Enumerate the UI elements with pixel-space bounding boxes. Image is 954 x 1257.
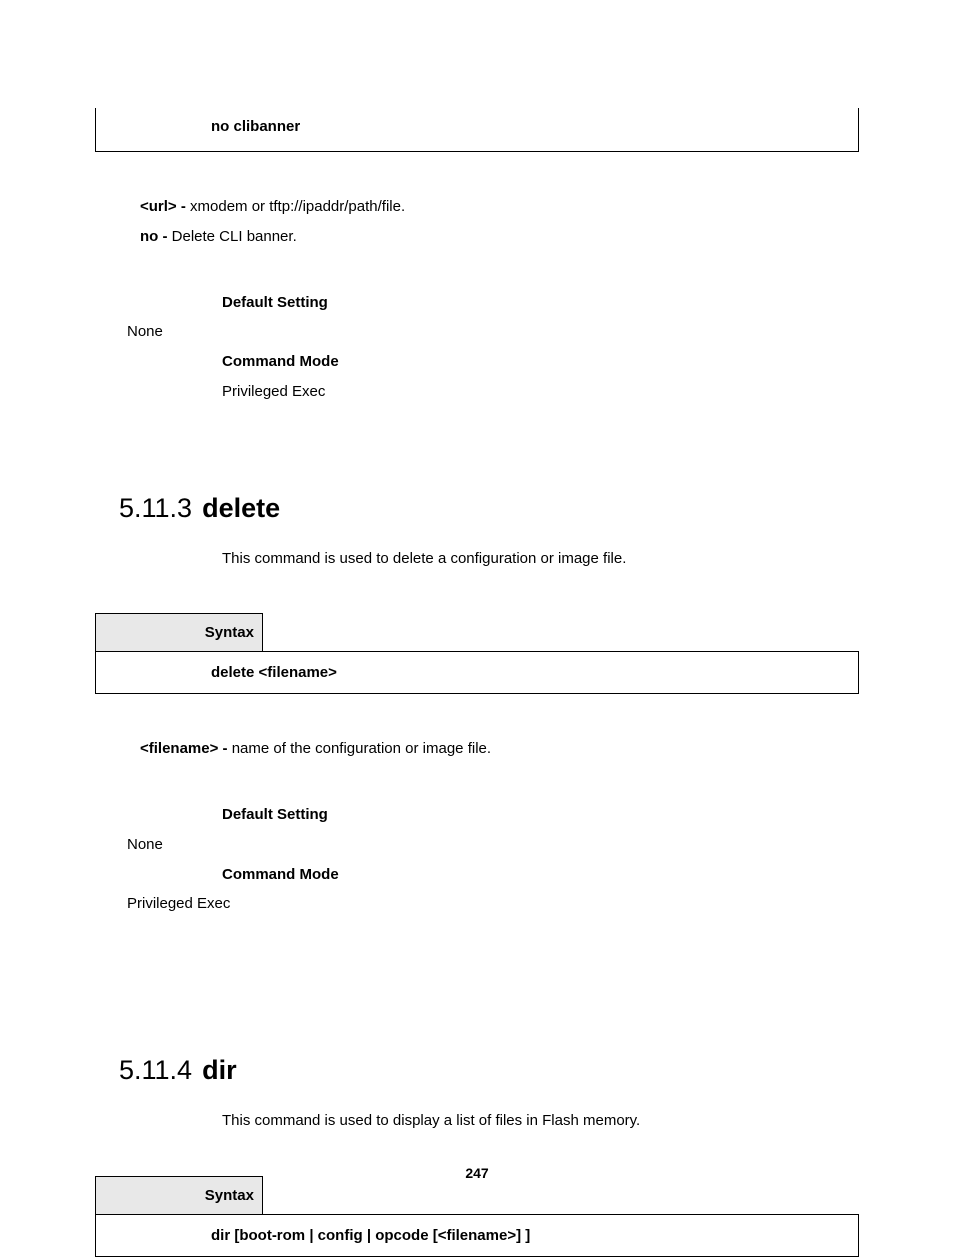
section-title-dir: dir bbox=[202, 1055, 237, 1086]
param-filename-desc: name of the configuration or image file. bbox=[232, 740, 491, 757]
section-number-dir: 5.11.4 bbox=[119, 1055, 192, 1086]
syntax-box-continuation: no clibanner bbox=[95, 108, 859, 152]
command-mode-label-2: Command Mode bbox=[222, 864, 859, 886]
param-no-label: no - bbox=[140, 228, 172, 245]
syntax-body-cell-dir: dir [boot-rom | config | opcode [<filena… bbox=[96, 1214, 859, 1256]
default-setting-label-2: Default Setting bbox=[222, 804, 859, 826]
syntax-empty-cell-dir bbox=[263, 1176, 859, 1214]
syntax-body-cell: delete <filename> bbox=[96, 652, 859, 694]
param-url-label: <url> - bbox=[140, 198, 190, 215]
syntax-header-cell: Syntax bbox=[96, 614, 263, 652]
section-title: delete bbox=[202, 493, 280, 524]
section-number: 5.11.3 bbox=[119, 493, 192, 524]
default-setting-label: Default Setting bbox=[222, 292, 859, 314]
param-url-line: <url> - xmodem or tftp://ipaddr/path/fil… bbox=[140, 196, 859, 218]
param-filename-line: <filename> - name of the configuration o… bbox=[140, 738, 859, 760]
syntax-table-dir: Syntax dir [boot-rom | config | opcode [… bbox=[95, 1176, 859, 1257]
section-heading-delete: 5.11.3 delete bbox=[119, 493, 859, 524]
command-mode-label: Command Mode bbox=[222, 351, 859, 373]
param-url-desc: xmodem or tftp://ipaddr/path/file. bbox=[190, 198, 405, 215]
default-setting-value-2: None bbox=[127, 834, 859, 856]
param-filename-label: <filename> - bbox=[140, 740, 232, 757]
command-mode-value-2: Privileged Exec bbox=[127, 893, 859, 915]
section-delete-desc: This command is used to delete a configu… bbox=[222, 548, 859, 570]
syntax-body-text: no clibanner bbox=[96, 108, 858, 151]
command-mode-value: Privileged Exec bbox=[222, 381, 859, 403]
param-no-desc: Delete CLI banner. bbox=[172, 228, 297, 245]
page-number: 247 bbox=[0, 1165, 954, 1181]
param-no-line: no - Delete CLI banner. bbox=[140, 226, 859, 248]
section-dir-desc: This command is used to display a list o… bbox=[222, 1110, 859, 1132]
section-heading-dir: 5.11.4 dir bbox=[119, 1055, 859, 1086]
syntax-header-cell-dir: Syntax bbox=[96, 1176, 263, 1214]
default-setting-value: None bbox=[127, 321, 859, 343]
syntax-empty-cell bbox=[263, 614, 859, 652]
syntax-table-delete: Syntax delete <filename> bbox=[95, 613, 859, 694]
